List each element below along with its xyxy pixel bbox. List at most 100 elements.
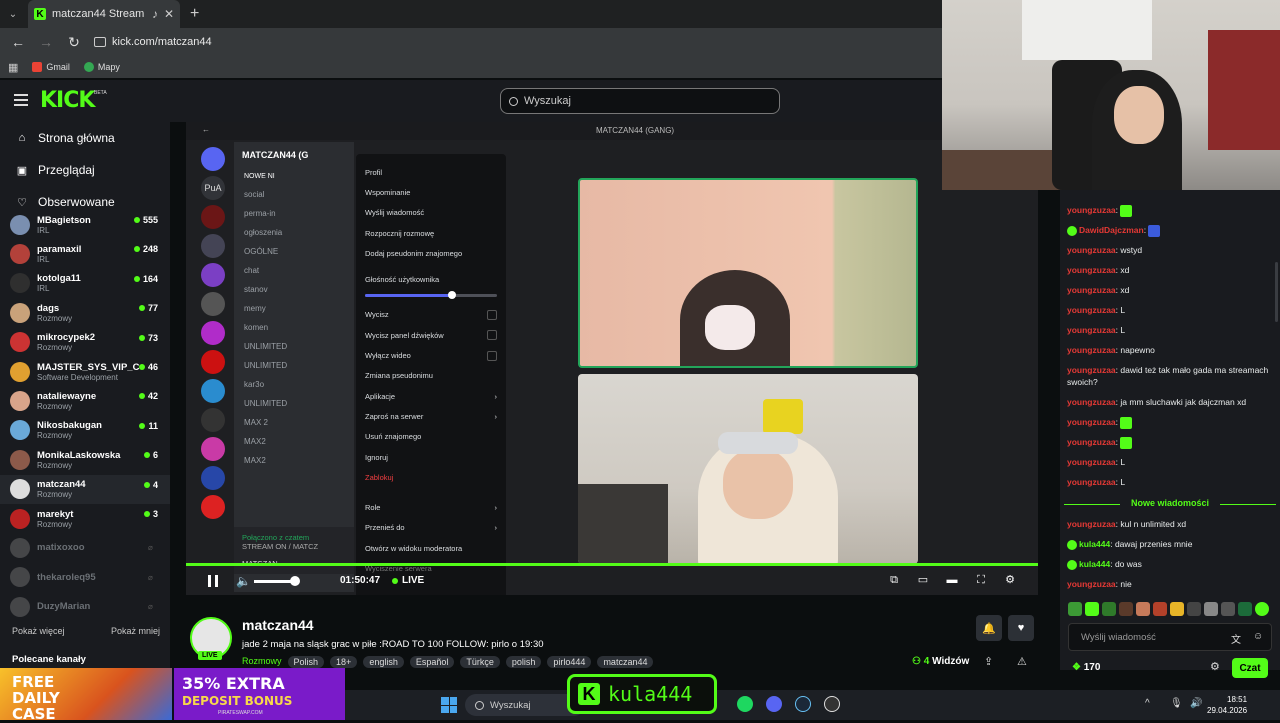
chat-settings-icon[interactable]: ⚙: [1210, 660, 1220, 673]
streamer-name[interactable]: matczan44: [242, 617, 314, 633]
chat-username[interactable]: youngzuzaa: [1067, 325, 1116, 335]
context-menu-item[interactable]: Usuń znajomego: [356, 427, 506, 447]
kick-logo[interactable]: KICK: [40, 88, 95, 113]
sidebar-channel-mbagietson[interactable]: MBagietson IRL 555: [0, 210, 170, 239]
sidebar-channel-duzymarian[interactable]: DuzyMarian ⌀: [0, 592, 170, 621]
new-tab-button[interactable]: +: [190, 5, 199, 23]
chat-username[interactable]: youngzuzaa: [1067, 265, 1116, 275]
back-button[interactable]: ←: [8, 34, 28, 50]
theater-icon[interactable]: ▭: [917, 574, 929, 586]
stream-tag[interactable]: pirlo444: [547, 656, 592, 668]
translate-icon[interactable]: 文: [1231, 631, 1241, 646]
fullscreen-icon[interactable]: ⛶: [975, 574, 987, 586]
report-icon[interactable]: ⚠: [1017, 655, 1027, 668]
chat-username[interactable]: youngzuzaa: [1067, 519, 1116, 529]
sidebar-channel-nataliewayne[interactable]: nataliewayne Rozmowy 42: [0, 386, 170, 415]
tab-search-icon[interactable]: ⌄: [0, 0, 26, 28]
context-menu-item[interactable]: Wyślij wiadomość: [356, 203, 506, 223]
context-menu-item[interactable]: Zmiana pseudonimu: [356, 366, 506, 386]
emote-icon[interactable]: [1187, 602, 1201, 616]
apps-grid-icon[interactable]: ▦: [8, 61, 18, 74]
microphone-icon[interactable]: 🎙: [1170, 698, 1183, 709]
show-less-link[interactable]: Pokaż mniej: [111, 626, 160, 636]
context-menu-item[interactable]: Rozpocznij rozmowę: [356, 223, 506, 243]
emote-icon[interactable]: [1119, 602, 1133, 616]
speaker-icon[interactable]: ♪: [152, 7, 158, 21]
emote-icon[interactable]: [1136, 602, 1150, 616]
volume-knob[interactable]: [448, 290, 457, 299]
url-field[interactable]: kick.com/matczan44: [94, 31, 942, 53]
pause-icon[interactable]: [208, 575, 218, 587]
channel-points[interactable]: ❖ 170: [1072, 662, 1100, 673]
chat-username[interactable]: youngzuzaa: [1067, 245, 1116, 255]
stream-tag[interactable]: english: [363, 656, 404, 668]
site-info-icon[interactable]: [94, 37, 106, 47]
emote-icon[interactable]: [1238, 602, 1252, 616]
chat-username[interactable]: youngzuzaa: [1067, 477, 1116, 487]
emote-icon[interactable]: [1170, 602, 1184, 616]
wide-mode-icon[interactable]: ▬: [946, 574, 958, 586]
chat-username[interactable]: DawidDajczman: [1079, 225, 1144, 235]
chat-username[interactable]: youngzuzaa: [1067, 285, 1116, 295]
context-menu-item[interactable]: Wspominanie: [356, 182, 506, 202]
nav-browse[interactable]: ▣ Przeglądaj: [0, 154, 170, 186]
menu-icon[interactable]: [14, 94, 28, 106]
steam-icon[interactable]: [795, 696, 811, 712]
chat-username[interactable]: youngzuzaa: [1067, 345, 1116, 355]
chat-username[interactable]: kula444: [1079, 559, 1110, 569]
sidebar-channel-marekyt[interactable]: marekyt Rozmowy 3: [0, 504, 170, 533]
emote-icon[interactable]: [1068, 602, 1082, 616]
context-menu-item[interactable]: Role ›: [356, 497, 506, 517]
volume-slider-knob[interactable]: [290, 576, 300, 586]
chat-username[interactable]: youngzuzaa: [1067, 457, 1116, 467]
sidebar-channel-monikalaskowska[interactable]: MonikaLaskowska Rozmowy 6: [0, 445, 170, 474]
chat-send-button[interactable]: Czat: [1232, 658, 1268, 678]
context-menu-item[interactable]: Dodaj pseudonim znajomego: [356, 243, 506, 263]
emote-icon[interactable]: [1204, 602, 1218, 616]
sidebar-channel-matczan44[interactable]: matczan44 Rozmowy 4: [0, 474, 170, 504]
stream-tag[interactable]: Türkçe: [460, 656, 500, 668]
discord-icon[interactable]: [766, 696, 782, 712]
obs-icon[interactable]: [824, 696, 840, 712]
chat-username[interactable]: kula444: [1079, 539, 1110, 549]
progress-bar[interactable]: [186, 563, 1038, 566]
chat-username[interactable]: youngzuzaa: [1067, 205, 1116, 215]
bookmark-gmail[interactable]: Gmail: [32, 62, 70, 72]
sidebar-channel-majster_sys_vip_c[interactable]: MAJSTER_SYS_VIP_C Software Development 46: [0, 357, 170, 386]
sidebar-channel-paramaxil[interactable]: paramaxil IRL 248: [0, 239, 170, 268]
show-more-link[interactable]: Pokaż więcej: [12, 626, 65, 636]
tray-chevron-icon[interactable]: ^: [1145, 698, 1150, 709]
windows-start-icon[interactable]: [441, 697, 457, 713]
stream-tag[interactable]: 18+: [330, 656, 358, 668]
context-menu-item[interactable]: Ignoruj: [356, 447, 506, 467]
search-input[interactable]: Wyszukaj: [500, 88, 780, 114]
sidebar-channel-thekaroleq95[interactable]: thekaroleq95 ⌀: [0, 563, 170, 592]
emote-icon[interactable]: [1102, 602, 1116, 616]
taskbar-clock[interactable]: 18:51 29.04.2026: [1207, 694, 1247, 716]
emote-icon[interactable]: [1255, 602, 1269, 616]
bookmark-maps[interactable]: Mapy: [83, 62, 120, 72]
chat-username[interactable]: youngzuzaa: [1067, 579, 1116, 589]
sidebar-channel-dags[interactable]: dags Rozmowy 77: [0, 298, 170, 327]
nav-home[interactable]: ⌂ Strona główna: [0, 122, 170, 154]
sidebar-channel-nikosbakugan[interactable]: Nikosbakugan Rozmowy 11: [0, 416, 170, 445]
close-tab-icon[interactable]: ✕: [164, 7, 174, 21]
emote-icon[interactable]: [1153, 602, 1167, 616]
chat-username[interactable]: youngzuzaa: [1067, 417, 1116, 427]
block-menu-item[interactable]: Zablokuj: [356, 467, 506, 487]
emote-icon[interactable]: [1085, 602, 1099, 616]
speaker-icon[interactable]: 🔊: [1190, 698, 1202, 709]
follow-heart-icon[interactable]: ♥: [1008, 615, 1034, 641]
context-menu-item[interactable]: Aplikacje ›: [356, 386, 506, 406]
chat-username[interactable]: youngzuzaa: [1067, 365, 1116, 375]
reload-button[interactable]: ↻: [64, 34, 84, 51]
browser-tab[interactable]: K matczan44 Stream - Watch ♪ ✕: [28, 0, 180, 28]
context-menu-item[interactable]: Przenieś do ›: [356, 518, 506, 538]
context-menu-item[interactable]: Profil: [356, 162, 506, 182]
chat-username[interactable]: youngzuzaa: [1067, 305, 1116, 315]
spotify-icon[interactable]: [737, 696, 753, 712]
context-menu-item[interactable]: Zaproś na serwer ›: [356, 406, 506, 426]
sidebar-channel-kotolga11[interactable]: kotolga11 IRL 164: [0, 269, 170, 298]
notification-bell-icon[interactable]: 🔔: [976, 615, 1002, 641]
chat-scrollbar[interactable]: [1275, 262, 1278, 322]
